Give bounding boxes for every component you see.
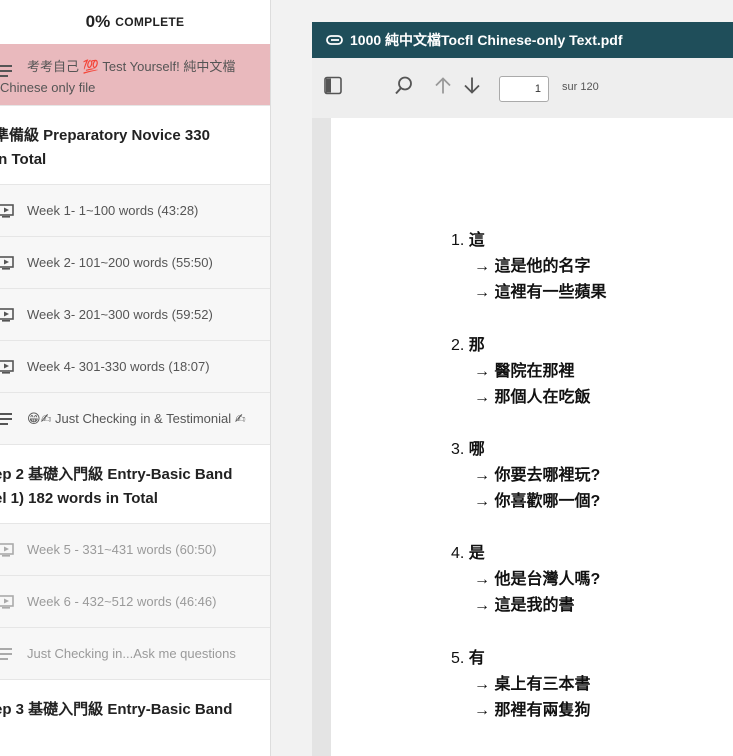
section-header-2: ep 2 基礎入門級 Entry-Basic Band el 1) 182 wo… <box>0 445 270 524</box>
vocab-item: 3. 哪 → 你要去哪裡玩? → 你喜歡哪一個? <box>451 437 600 515</box>
lecture-label: Just Checking in...Ask me questions <box>27 646 236 661</box>
attachment-icon <box>326 34 344 46</box>
item-number: 3. <box>451 441 465 458</box>
page-number-input[interactable]: 1 <box>499 76 549 102</box>
search-icon[interactable] <box>394 76 414 101</box>
item-example: → 他是台灣人嗎? <box>474 571 601 588</box>
lecture-label: 😁✍ Just Checking in & Testimonial ✍ <box>27 410 246 426</box>
lecture-item[interactable]: Week 1- 1~100 words (43:28) <box>0 185 270 237</box>
item-number: 5. <box>451 650 465 667</box>
lecture-item[interactable]: Week 6 - 432~512 words (46:46) <box>0 576 270 628</box>
vocab-item: 1. 這 → 這是他的名字 → 這裡有一些蘋果 <box>451 228 606 306</box>
lecture-title-line1: 考考自己 💯 Test Yourself! 純中文檔 <box>27 59 236 74</box>
lecture-label: Week 5 - 331~431 words (60:50) <box>27 542 217 557</box>
section-title-line2: el 1) 182 words in Total <box>0 490 158 507</box>
section-header-1: 準備級 Preparatory Novice 330 in Total <box>0 106 270 185</box>
vocab-item: 4. 是 → 他是台灣人嗎? → 這是我的書 <box>451 541 600 619</box>
item-example: → 這是他的名字 <box>474 258 591 275</box>
course-sidebar: 0% COMPLETE 考考自己 💯 Test Yourself! 純中文檔 C… <box>0 0 271 756</box>
item-example: → 桌上有三本書 <box>474 676 591 693</box>
lecture-item[interactable]: Week 3- 201~300 words (59:52) <box>0 289 270 341</box>
lecture-title-line2: Chinese only file <box>0 80 96 95</box>
page-total: sur 120 <box>562 81 599 93</box>
item-word: 是 <box>468 545 485 562</box>
item-word: 這 <box>468 232 485 249</box>
text-icon <box>0 647 14 661</box>
video-icon <box>0 594 14 609</box>
section-title-line1: ep 2 基礎入門級 Entry-Basic Band <box>0 466 233 483</box>
lecture-item[interactable]: Week 4- 301-330 words (18:07) <box>0 341 270 393</box>
lecture-item-active[interactable]: 考考自己 💯 Test Yourself! 純中文檔 Chinese only … <box>0 44 270 106</box>
item-number: 2. <box>451 337 465 354</box>
item-example: → 這是我的書 <box>474 597 575 614</box>
item-number: 1. <box>451 232 465 249</box>
section-title-line2: in Total <box>0 151 47 168</box>
progress-label: COMPLETE <box>115 15 185 29</box>
video-icon <box>0 359 14 374</box>
lecture-item[interactable]: Week 2- 101~200 words (55:50) <box>0 237 270 289</box>
video-icon <box>0 255 14 270</box>
lecture-item[interactable]: Just Checking in...Ask me questions <box>0 628 270 680</box>
section-title-line1: 準備級 Preparatory Novice 330 <box>0 127 210 144</box>
item-example: → 那裡有兩隻狗 <box>474 702 591 719</box>
section-title-line1: ep 3 基礎入門級 Entry-Basic Band <box>0 701 233 718</box>
arrow-down-icon[interactable] <box>462 76 482 101</box>
course-progress: 0% COMPLETE <box>0 0 270 44</box>
item-example: → 這裡有一些蘋果 <box>474 284 607 301</box>
pdf-page: 1. 這 → 這是他的名字 → 這裡有一些蘋果 2. 那 → 醫院在那裡 → 那… <box>331 118 733 756</box>
item-word: 那 <box>468 337 485 354</box>
lecture-item[interactable]: Week 5 - 331~431 words (60:50) <box>0 524 270 576</box>
pdf-title: 1000 純中文檔Tocfl Chinese-only Text.pdf <box>350 32 623 48</box>
lecture-label: Week 3- 201~300 words (59:52) <box>27 307 213 322</box>
section-header-3: ep 3 基礎入門級 Entry-Basic Band <box>0 680 270 734</box>
pdf-viewer: 1000 純中文檔Tocfl Chinese-only Text.pdf 1 s… <box>312 22 733 756</box>
sidebar-toggle-icon[interactable] <box>324 76 342 100</box>
text-icon <box>0 64 14 78</box>
lecture-label: Week 4- 301-330 words (18:07) <box>27 359 210 374</box>
pdf-document-area[interactable]: 1. 這 → 這是他的名字 → 這裡有一些蘋果 2. 那 → 醫院在那裡 → 那… <box>312 118 733 756</box>
lecture-label: Week 1- 1~100 words (43:28) <box>27 203 199 218</box>
lecture-item[interactable]: 😁✍ Just Checking in & Testimonial ✍ <box>0 393 270 445</box>
item-word: 有 <box>468 650 485 667</box>
item-number: 4. <box>451 545 465 562</box>
pdf-toolbar: 1 sur 120 <box>312 58 733 119</box>
vocab-item: 2. 那 → 醫院在那裡 → 那個人在吃飯 <box>451 333 590 411</box>
lecture-label: Week 2- 101~200 words (55:50) <box>27 255 213 270</box>
video-icon <box>0 542 14 557</box>
text-icon <box>0 412 14 426</box>
pdf-titlebar: 1000 純中文檔Tocfl Chinese-only Text.pdf <box>312 22 733 58</box>
item-example: → 醫院在那裡 <box>474 363 575 380</box>
video-icon <box>0 307 14 322</box>
item-example: → 你要去哪裡玩? <box>474 467 601 484</box>
progress-percent: 0% <box>85 12 111 31</box>
vocab-item: 5. 有 → 桌上有三本書 → 那裡有兩隻狗 <box>451 646 590 724</box>
video-icon <box>0 203 14 218</box>
item-word: 哪 <box>468 441 485 458</box>
lecture-label: Week 6 - 432~512 words (46:46) <box>27 594 217 609</box>
arrow-up-icon[interactable] <box>433 76 453 101</box>
item-example: → 你喜歡哪一個? <box>474 493 601 510</box>
item-example: → 那個人在吃飯 <box>474 389 591 406</box>
